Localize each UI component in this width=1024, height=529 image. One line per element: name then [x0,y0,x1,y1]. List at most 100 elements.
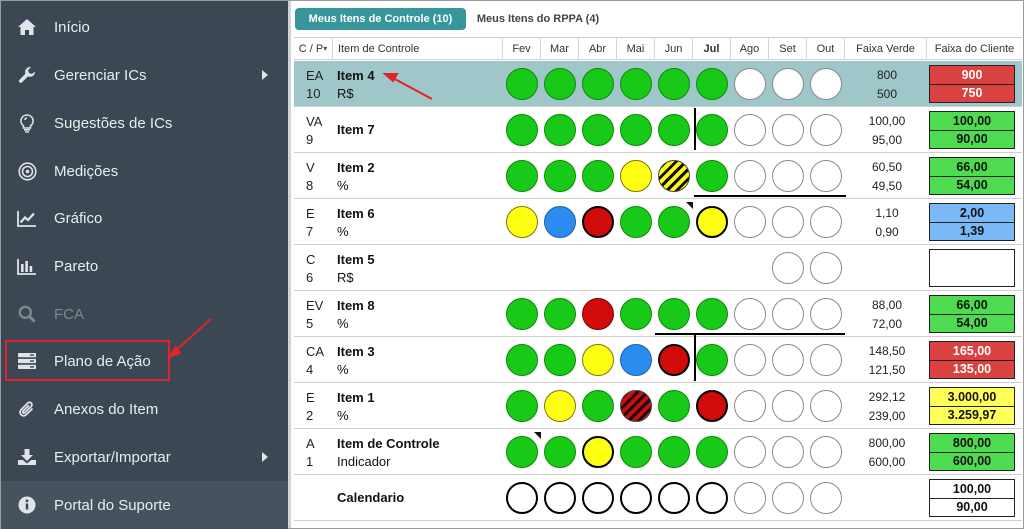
table-row[interactable]: C 6 Item 5 R$ [294,245,1022,291]
sidebar-item-pareto[interactable]: Pareto [1,242,288,290]
sidebar-item-grafico[interactable]: Gráfico [1,194,288,242]
sidebar-item-medicoes[interactable]: Medições [1,147,288,195]
item-cell[interactable]: Item 3% [337,343,375,379]
status-circle-set[interactable] [772,68,804,100]
header-item[interactable]: Item de Controle [333,38,503,60]
tab-meus-itens-controle[interactable]: Meus Itens de Controle (10) [295,8,466,30]
table-row[interactable]: CA 4 Item 3% 148,50 121,50 165,00 135,00 [294,337,1022,383]
header-month-set[interactable]: Set [769,38,807,60]
header-month-jun[interactable]: Jun [655,38,693,60]
status-circle-mar[interactable] [544,114,576,146]
header-faixa-cliente[interactable]: Faixa do Cliente [927,38,1022,60]
status-circle-out[interactable] [810,390,842,422]
status-circle-abr[interactable] [582,436,614,468]
status-circle-mai[interactable] [620,114,652,146]
sidebar-item-portal-do-suporte[interactable]: Portal do Suporte [1,481,288,529]
status-circle-fev[interactable] [506,160,538,192]
status-circle-set[interactable] [772,206,804,238]
status-circle-mai[interactable] [620,298,652,330]
status-circle-jul[interactable] [696,160,728,192]
status-circle-set[interactable] [772,114,804,146]
status-circle-jun[interactable] [658,436,690,468]
status-circle-out[interactable] [810,436,842,468]
status-circle-out[interactable] [810,298,842,330]
status-circle-mar[interactable] [544,206,576,238]
status-circle-out[interactable] [810,68,842,100]
status-circle-jun[interactable] [658,344,690,376]
table-row[interactable]: E 2 Item 1% 292,12 239,00 3.000,00 3.259,97 [294,383,1022,429]
status-circle-set[interactable] [772,482,804,514]
header-month-out[interactable]: Out [807,38,845,60]
status-circle-jun[interactable] [658,390,690,422]
header-faixa-verde[interactable]: Faixa Verde [845,38,927,60]
status-circle-set[interactable] [772,390,804,422]
item-cell[interactable]: Item 4 R$ [337,67,375,103]
status-circle-fev[interactable] [506,68,538,100]
status-circle-mai[interactable] [620,482,652,514]
status-circle-mai[interactable] [620,206,652,238]
item-cell[interactable]: Item 2% [337,159,375,195]
status-circle-fev[interactable] [506,206,538,238]
status-circle-ago[interactable] [734,390,766,422]
table-row[interactable]: Calendario 100,00 90,00 [294,475,1022,521]
status-circle-set[interactable] [772,344,804,376]
item-cell[interactable]: Item de Controle Indicador [337,435,440,471]
status-circle-mai[interactable] [620,390,652,422]
header-month-abr[interactable]: Abr [579,38,617,60]
status-circle-fev[interactable] [506,482,538,514]
status-circle-mar[interactable] [544,390,576,422]
status-circle-jun[interactable] [658,482,690,514]
status-circle-set[interactable] [772,298,804,330]
status-circle-ago[interactable] [734,114,766,146]
table-row[interactable]: V 8 Item 2% 60,50 49,50 66,00 54,00 [294,153,1022,199]
status-circle-ago[interactable] [734,436,766,468]
header-month-fev[interactable]: Fev [503,38,541,60]
tab-meus-itens-rppa[interactable]: Meus Itens do RPPA (4) [471,8,605,30]
status-circle-mai[interactable] [620,68,652,100]
status-circle-jul[interactable] [696,436,728,468]
item-cell[interactable]: Item 6% [337,205,375,241]
status-circle-abr[interactable] [582,206,614,238]
item-cell[interactable]: Item 1% [337,389,375,425]
status-circle-jul[interactable] [696,114,728,146]
header-month-jul[interactable]: Jul [693,38,731,60]
sidebar-item-gerenciar-ics[interactable]: Gerenciar ICs [1,51,288,99]
status-circle-ago[interactable] [734,482,766,514]
status-circle-jun[interactable] [658,114,690,146]
status-circle-jul[interactable] [696,206,728,238]
status-circle-jul[interactable] [696,390,728,422]
table-row[interactable]: A 1 Item de Controle Indicador 800,00 600,00 8… [294,429,1022,475]
status-circle-set[interactable] [772,436,804,468]
header-month-ago[interactable]: Ago [731,38,769,60]
status-circle-out[interactable] [810,482,842,514]
item-cell[interactable]: Item 7 [337,121,375,139]
status-circle-jul[interactable] [696,68,728,100]
status-circle-mai[interactable] [620,160,652,192]
status-circle-ago[interactable] [734,160,766,192]
item-cell[interactable]: Item 5 R$ [337,251,375,287]
status-circle-out[interactable] [810,344,842,376]
status-circle-ago[interactable] [734,68,766,100]
status-circle-out[interactable] [810,206,842,238]
status-circle-abr[interactable] [582,344,614,376]
sidebar-item-exportar-importar[interactable]: Exportar/Importar [1,433,288,481]
header-cp[interactable]: C / P ▾ [294,38,333,60]
status-circle-mar[interactable] [544,344,576,376]
status-circle-jul[interactable] [696,482,728,514]
header-month-mai[interactable]: Mai [617,38,655,60]
sidebar-item-anexos-do-item[interactable]: Anexos do Item [1,385,288,433]
status-circle-ago[interactable] [734,206,766,238]
table-row[interactable]: EV 5 Item 8% 88,00 72,00 66,00 54,00 [294,291,1022,337]
status-circle-fev[interactable] [506,114,538,146]
status-circle-out[interactable] [810,114,842,146]
status-circle-abr[interactable] [582,68,614,100]
status-circle-mar[interactable] [544,298,576,330]
sidebar-item-sugestoes-de-ics[interactable]: Sugestões de ICs [1,99,288,147]
table-row[interactable]: VA 9 Item 7 100,00 95,00 100,00 90,00 [294,107,1022,153]
status-circle-set[interactable] [772,160,804,192]
item-cell[interactable]: Calendario [337,489,404,507]
status-circle-ago[interactable] [734,344,766,376]
status-circle-jun[interactable] [658,160,690,192]
sidebar-item-inicio[interactable]: Início [1,3,288,51]
status-circle-mai[interactable] [620,344,652,376]
